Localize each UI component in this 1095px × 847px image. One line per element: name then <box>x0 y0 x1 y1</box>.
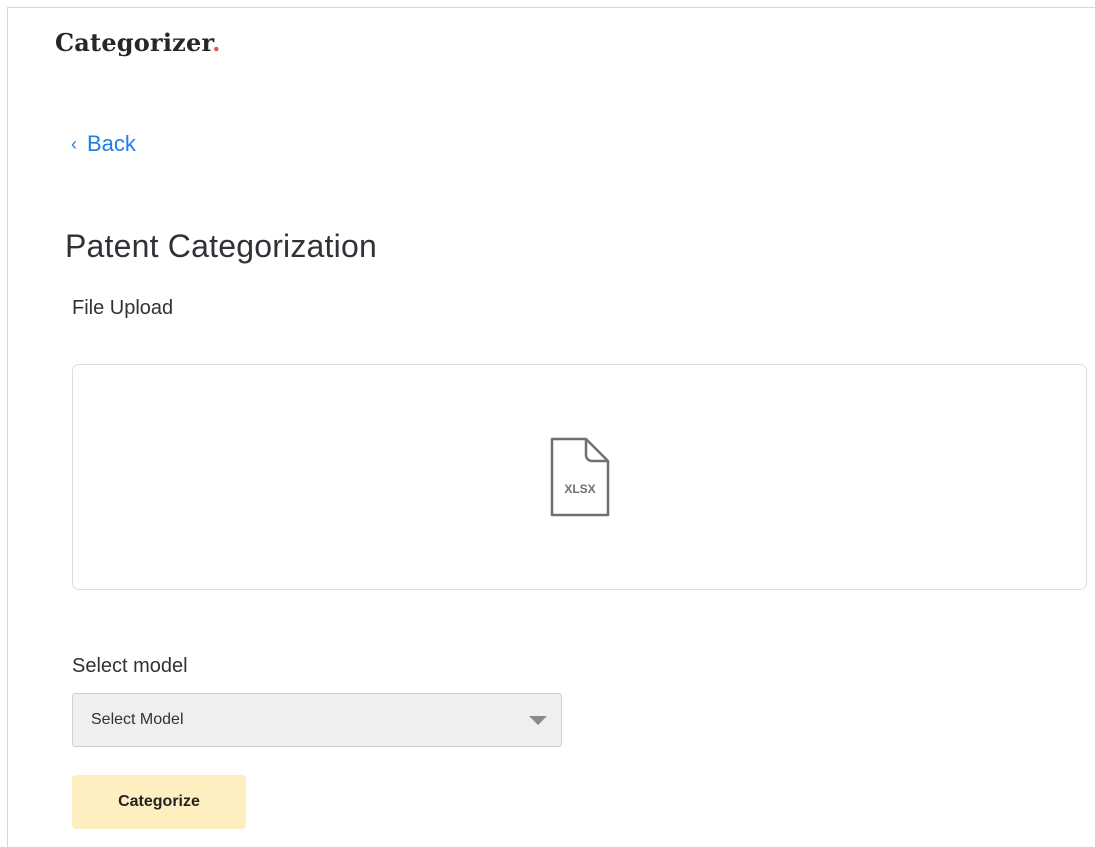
categorize-button[interactable]: Categorize <box>72 775 246 829</box>
file-dropzone[interactable]: XLSX <box>72 364 1087 590</box>
xlsx-file-icon: XLSX <box>550 437 610 517</box>
file-upload-label: File Upload <box>72 297 174 319</box>
back-label: Back <box>87 131 136 156</box>
page-title: Patent Categorization <box>65 228 377 264</box>
chevron-left-icon: ‹ <box>71 134 77 154</box>
brand-dot: . <box>212 28 221 57</box>
model-select-value: Select Model <box>91 711 184 728</box>
back-link[interactable]: ‹ Back <box>71 131 136 157</box>
select-model-label: Select model <box>72 655 188 677</box>
model-select[interactable]: Select Model <box>72 693 562 747</box>
brand-name: Categorizer <box>55 28 213 57</box>
caret-down-icon <box>529 716 547 725</box>
brand-logo: Categorizer. <box>55 28 221 57</box>
xlsx-file-type-label: XLSX <box>564 482 595 496</box>
